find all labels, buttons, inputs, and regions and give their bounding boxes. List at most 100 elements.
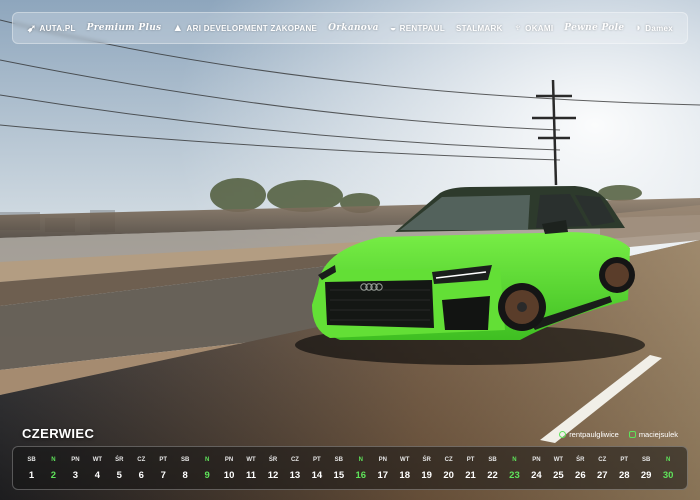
calendar-day: PN 3 xyxy=(65,447,86,489)
calendar-day: PT 14 xyxy=(306,447,327,489)
day-of-week: SB xyxy=(488,456,497,463)
day-of-week: PT xyxy=(313,456,321,463)
sponsor-name: Premium Plus xyxy=(86,23,162,33)
calendar-day: PT 28 xyxy=(614,447,635,489)
car-photo xyxy=(0,0,700,500)
sponsor-name: Damex xyxy=(645,23,673,33)
calendar-day: PT 7 xyxy=(153,447,174,489)
day-number: 10 xyxy=(223,469,235,481)
day-number: 30 xyxy=(662,469,674,481)
sponsor-name: ARI DEVELOPMENT ZAKOPANE xyxy=(186,23,318,33)
day-number: 17 xyxy=(377,469,389,481)
day-number: 7 xyxy=(160,469,166,481)
social-instagram[interactable]: maciejsulek xyxy=(628,430,678,439)
social-links: rentpaulgliwice maciejsulek xyxy=(559,430,678,439)
calendar-day: SB 1 xyxy=(21,447,42,489)
sponsor-name: AUTA.PL xyxy=(39,23,76,33)
sponsor-name: Orkanova xyxy=(328,23,379,33)
day-number: 19 xyxy=(421,469,432,481)
social-handle: maciejsulek xyxy=(638,430,678,439)
day-number: 23 xyxy=(509,469,520,481)
sponsor-logo: Orkanova xyxy=(328,23,379,33)
calendar-day: PN 10 xyxy=(219,447,240,489)
day-of-week: ŚR xyxy=(268,456,278,463)
month-title: CZERWIEC xyxy=(22,426,95,441)
social-tripadvisor[interactable]: rentpaulgliwice xyxy=(559,430,619,439)
calendar-day: N 30 xyxy=(658,447,679,489)
day-of-week: N xyxy=(665,456,671,463)
calendar-day: N9 xyxy=(197,447,218,489)
day-of-week: WT xyxy=(92,456,103,463)
mountain-icon: ▲ xyxy=(172,22,184,34)
day-of-week: WT xyxy=(553,456,564,463)
day-of-week: SB xyxy=(334,456,344,463)
calendar-day: ŚR 5 xyxy=(109,447,130,489)
calendar-day: PT 21 xyxy=(460,447,481,489)
calendar-day: N 16 xyxy=(350,447,371,489)
day-number: 6 xyxy=(138,469,144,481)
day-of-week: CZ xyxy=(444,456,453,463)
day-number: 25 xyxy=(553,469,564,481)
day-number: 13 xyxy=(289,469,301,481)
day-number: 4 xyxy=(94,469,100,481)
day-number: 28 xyxy=(618,469,630,481)
day-number: 22 xyxy=(487,469,498,481)
day-number: 21 xyxy=(465,469,476,481)
sponsor-bar: ➹ AUTA.PL Premium Plus ▲ ARI DEVELOPMENT ZAK… xyxy=(12,12,688,44)
day-number: 3 xyxy=(72,469,79,481)
calendar-day: WT 25 xyxy=(548,447,569,489)
calendar-day: ŚR 12 xyxy=(262,447,283,489)
day-of-week: N xyxy=(204,456,210,463)
day-of-week: ŚR xyxy=(115,456,124,463)
day-number: 24 xyxy=(531,469,542,481)
day-of-week: PT xyxy=(466,456,475,463)
day-number: 29 xyxy=(640,469,652,481)
day-number: 1 xyxy=(28,469,35,481)
calendar-day: ŚR 26 xyxy=(570,447,591,489)
day-number: 15 xyxy=(333,469,345,481)
calendar-day: PN 17 xyxy=(372,447,393,489)
day-number: 26 xyxy=(575,469,586,481)
day-of-week: ŚR xyxy=(422,456,431,463)
sponsor-logo: ▲ ARI DEVELOPMENT ZAKOPANE xyxy=(172,22,317,34)
calendar-day: CZ 6 xyxy=(131,447,152,489)
d-logo-icon: ◗ xyxy=(635,22,643,34)
crest-icon: ♆ xyxy=(513,22,523,34)
sponsor-logo: ♆ OKAMI xyxy=(514,22,554,34)
day-number: 12 xyxy=(267,469,279,481)
day-of-week: PT xyxy=(620,456,629,463)
car-outline-icon: ◒ xyxy=(389,22,397,34)
sponsor-logo: Pewne Pole xyxy=(564,23,624,33)
calendar-day: SB 8 xyxy=(175,447,196,489)
calendar-day: CZ 13 xyxy=(284,447,305,489)
day-number: 5 xyxy=(116,469,122,481)
calendar-day: ŚR 19 xyxy=(416,447,437,489)
calendar-day: WT 11 xyxy=(241,447,262,489)
sponsor-name: RENTPAUL xyxy=(399,23,446,33)
day-number: 16 xyxy=(355,469,367,481)
day-of-week: N xyxy=(358,456,363,463)
day-number: 20 xyxy=(443,469,454,481)
sponsor-logo: ◒ RENTPAUL xyxy=(390,22,445,34)
day-number: 8 xyxy=(182,469,188,481)
day-of-week: PN xyxy=(532,456,541,463)
calendar-day: WT 18 xyxy=(394,447,415,489)
day-of-week: CZ xyxy=(290,456,299,463)
day-of-week: PT xyxy=(159,456,168,463)
day-of-week: WT xyxy=(246,456,256,463)
day-number: 14 xyxy=(311,469,323,481)
calendar-day: N2 xyxy=(43,447,64,489)
day-of-week: N xyxy=(51,456,56,463)
day-of-week: PN xyxy=(71,456,80,463)
instagram-icon xyxy=(628,431,636,438)
day-of-week: CZ xyxy=(137,456,146,463)
day-of-week: SB xyxy=(642,456,651,463)
day-of-week: ŚR xyxy=(576,456,585,463)
sponsor-name: STALMARK xyxy=(455,23,503,33)
day-of-week: N xyxy=(512,456,517,463)
calendar-day: SB 22 xyxy=(482,447,503,489)
sponsor-logo: STALMARK xyxy=(456,24,503,33)
calendar-day: CZ 20 xyxy=(438,447,459,489)
day-number: 2 xyxy=(50,469,57,481)
sponsor-name: Pewne Pole xyxy=(564,23,625,33)
